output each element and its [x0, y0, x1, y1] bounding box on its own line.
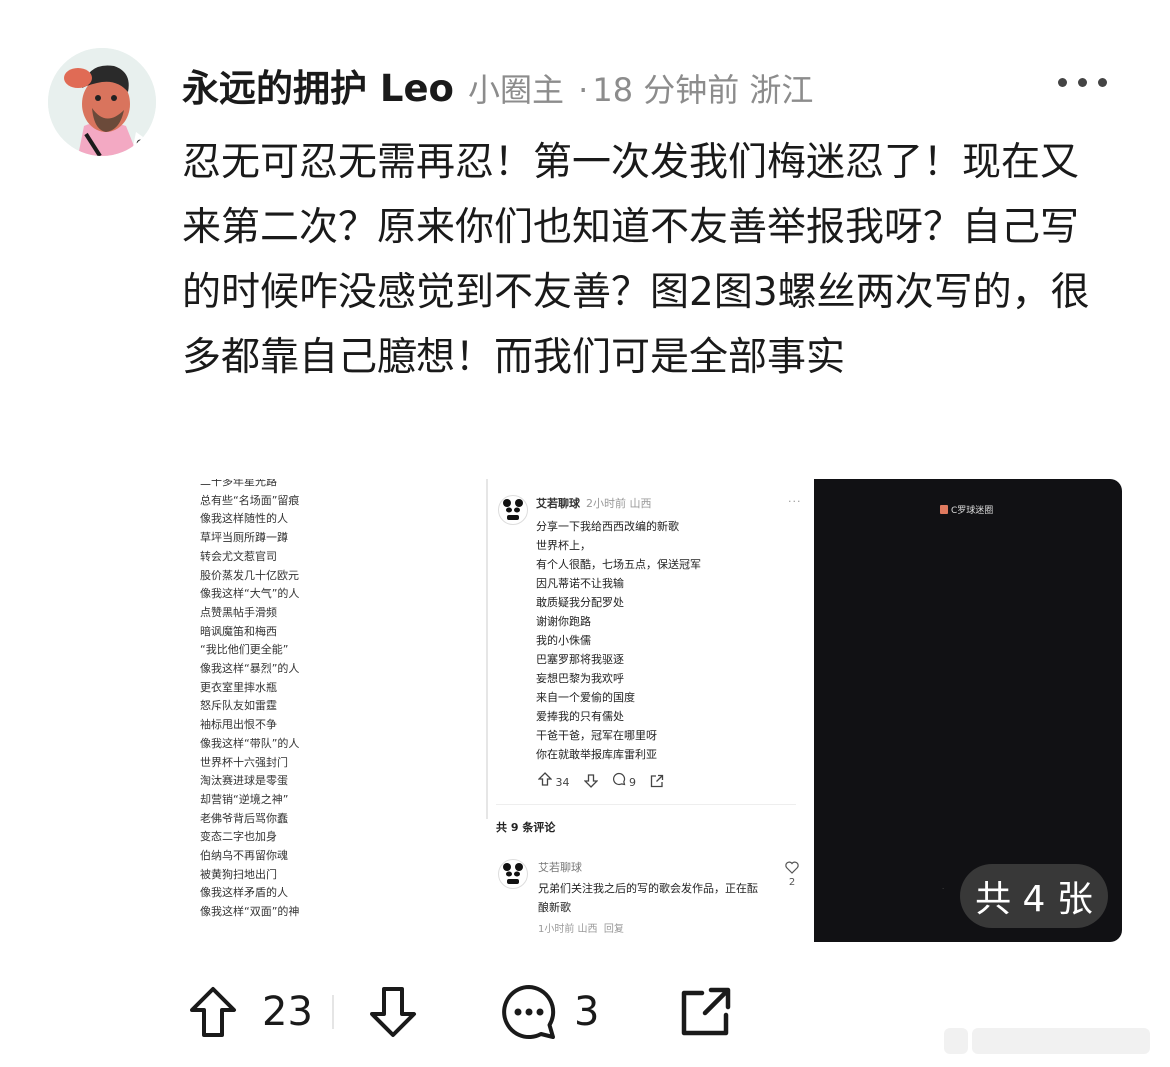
thread-line [486, 479, 488, 819]
downvote-button[interactable] [368, 980, 418, 1044]
divider [496, 804, 796, 805]
lyric-line: 股价蒸发几十亿欧元 [200, 568, 299, 582]
upvote-icon [190, 987, 236, 1037]
downvote-icon [370, 987, 416, 1037]
lyric-line: 有个人很酷，七场五点，保送冠军 [536, 558, 701, 571]
share-button[interactable] [680, 980, 732, 1044]
upvote-count: 23 [262, 989, 313, 1035]
post-text: 忍无可忍无需再忍！第一次发我们梅迷忍了！现在又来第二次？原来你们也知道不友善举报… [182, 140, 1090, 380]
gallery-image-1[interactable]: 二十多年星光路总有些“名场面”留痕 像我这样随性的人 草坪当厕所蹲一蹲 转会尤文惹官司… [182, 479, 482, 942]
lyric-line: 袖标甩出恨不争 [200, 718, 277, 732]
lyric-line: 巴塞罗那将我驱逐 [536, 653, 624, 666]
lyric-line: 转会尤文惹官司 [200, 549, 277, 563]
lyric-line: 像我这样“带队”的人 [200, 736, 300, 750]
lyric-line: 分享一下我给西西改编的新歌 [536, 520, 679, 533]
lyric-line: 草坪当厕所蹲一蹲 [200, 531, 288, 545]
user-avatar[interactable]: C [48, 48, 156, 156]
lyric-line: 来自一个爱偷的国度 [536, 691, 635, 704]
upvote-button[interactable]: 23 [188, 980, 313, 1044]
lyric-line: 二十多年星光路 [200, 479, 277, 488]
meta-separator: · [578, 71, 589, 109]
lyric-line: 你在就敢举报库库雷利亚 [536, 748, 657, 761]
comment-count: 3 [574, 989, 600, 1035]
more-options-icon[interactable] [1058, 70, 1118, 94]
lyric-line: 更衣室里摔水瓶 [200, 680, 277, 694]
lyric-line: 妄想巴黎为我欢呼 [536, 672, 624, 685]
heart-icon [785, 861, 799, 874]
lyric-line: 像我这样“暴烈”的人 [200, 662, 300, 676]
comment-author: 艾若聊球 [538, 861, 582, 874]
image-count-badge[interactable]: 共 4 张 [960, 864, 1108, 928]
lyric-line: 像我这样“双面”的神 [200, 905, 300, 919]
panda-avatar-icon [498, 859, 528, 889]
lyric-line: “我比他们更全能” [200, 643, 289, 657]
lyric-line: 伯纳乌不再留你魂 [200, 849, 288, 863]
edge-placeholder [972, 1028, 1150, 1054]
faint-caption: · [942, 885, 945, 893]
comment-like: 2 [784, 861, 800, 901]
share-icon [650, 774, 664, 787]
downvote-icon [583, 773, 598, 788]
lyric-line: 变态二字也加身 [200, 830, 277, 844]
action-divider [332, 995, 334, 1029]
image1-lyrics: 二十多年星光路总有些“名场面”留痕 像我这样随性的人 草坪当厕所蹲一蹲 转会尤文惹官司… [200, 479, 299, 922]
image2-lyrics: 分享一下我给西西改编的新歌 世界杯上， 有个人很酷，七场五点，保送冠军 因凡蒂诺不让我… [536, 517, 701, 764]
comment-text: 兄弟们关注我之后的写的歌会发作品，正在酝酿新歌 [538, 882, 758, 914]
lyric-line: 怒斥队友如雷霆 [200, 699, 277, 713]
svg-text:C: C [136, 137, 145, 151]
lyric-line: 爱捧我的只有儒处 [536, 710, 624, 723]
image2-upvote: 34 [537, 772, 570, 789]
gallery-image-2[interactable]: 艾若聊球 2小时前 山西 ··· 分享一下我给西西改编的新歌 世界杯上， 有个人很酷，… [486, 479, 812, 942]
lyric-line: 暗讽魔笛和梅西 [200, 624, 277, 638]
lyric-line: 谢谢你跑路 [536, 615, 591, 628]
post-header: 永远的拥护 Leo 小圈主 · 18 分钟前 浙江 [182, 58, 813, 111]
lyric-line: 因凡蒂诺不让我输 [536, 577, 624, 590]
upvote-icon [537, 772, 553, 786]
lyric-line: 干爸干爸，冠军在哪里呀 [536, 729, 657, 742]
role-label: 小圈主 [467, 71, 564, 109]
post-location: 浙江 [749, 71, 814, 109]
lyric-line: 世界杯十六强封门 [200, 755, 288, 769]
lyric-line: 被黄狗扫地出门 [200, 867, 277, 881]
lyric-line: 点赞黑帖手滑频 [200, 605, 277, 619]
image2-more-icon: ··· [788, 495, 802, 508]
circle-icon [940, 505, 948, 514]
comment-meta: 1小时前 山西 回复 [538, 924, 624, 935]
lyric-line: 却营销“逆境之神” [200, 792, 289, 806]
lyric-line: 像我这样随性的人 [200, 512, 288, 526]
comment-button[interactable]: 3 [500, 980, 599, 1044]
panda-avatar-icon [498, 495, 528, 525]
post-meta: 小圈主 · 18 分钟前 浙江 [468, 65, 813, 111]
lyric-line: 总有些“名场面”留痕 [200, 493, 300, 507]
comment-icon [612, 772, 625, 786]
username[interactable]: 永远的拥护 Leo [182, 58, 454, 112]
image2-author: 艾若聊球 2小时前 山西 [536, 497, 652, 510]
lyric-line: 淘汰赛进球是零蛋 [200, 774, 288, 788]
circle-chip: C罗球迷圈 [940, 503, 993, 516]
edge-placeholder [944, 1028, 968, 1054]
lyric-line: 老佛爷背后骂你蠢 [200, 811, 288, 825]
share-icon [681, 987, 731, 1036]
lyric-line: 世界杯上， [536, 539, 591, 552]
total-comments: 共 9 条评论 [496, 821, 556, 834]
post-time: 18 分钟前 [592, 71, 740, 109]
lyric-line: 像我这样矛盾的人 [200, 886, 288, 900]
image2-actions: 34 9 [537, 772, 664, 789]
image2-comments: 9 [612, 772, 636, 789]
lyric-line: 敢质疑我分配罗处 [536, 596, 624, 609]
lyric-line: 像我这样“大气”的人 [200, 587, 300, 601]
lyric-line: 我的小侏儒 [536, 634, 591, 647]
comment-icon [502, 985, 556, 1039]
